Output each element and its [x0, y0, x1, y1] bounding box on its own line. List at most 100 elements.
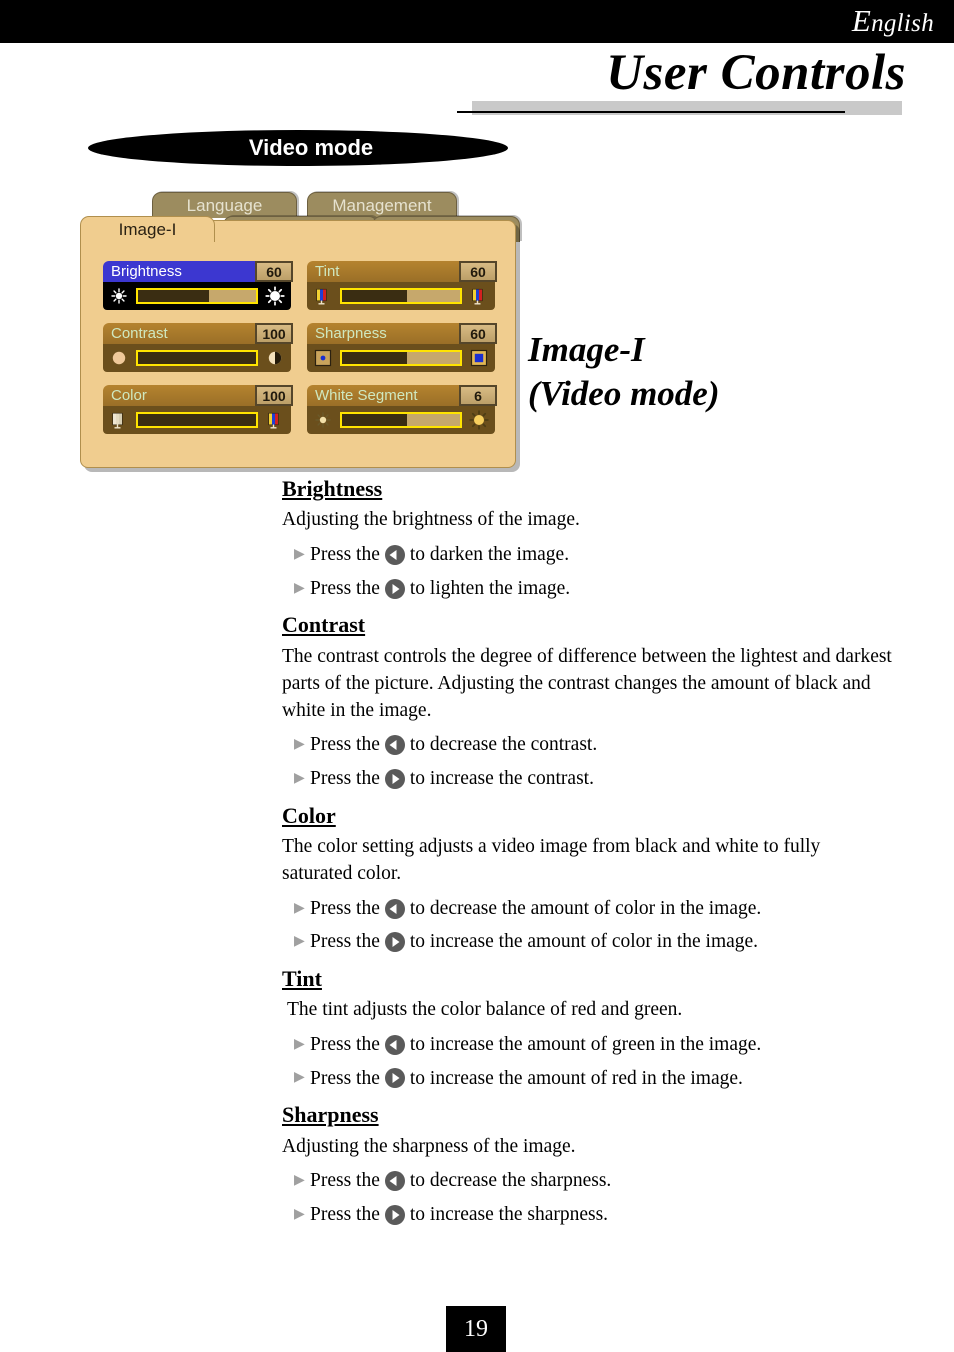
section-heading: Color: [282, 802, 336, 828]
osd-slider-body: [307, 282, 495, 310]
osd-tab-management[interactable]: Management: [307, 192, 457, 218]
sharpness-high-icon: [468, 347, 490, 369]
bullet-text-after: to increase the sharpness.: [409, 1203, 609, 1225]
bullet-text-before: Press the: [310, 1203, 380, 1225]
osd-slider-fill: [208, 290, 256, 302]
bullet-text-before: Press the: [310, 734, 380, 756]
osd-slider-label: Sharpness: [315, 325, 387, 342]
sharpness-low-icon: [312, 347, 334, 369]
body-content: Brightness Adjusting the brightness of th…: [282, 476, 894, 1239]
color-bars-icon: [468, 285, 490, 307]
osd-slider-value: 60: [459, 323, 497, 344]
page-number-badge: 19: [446, 1306, 506, 1352]
instruction-bullet: ▶ Press the to increase the amount of colo…: [282, 925, 894, 959]
osd-slider-header: Brightness 60: [103, 261, 293, 282]
bullet-text-after: to increase the amount of green in the i…: [409, 1034, 762, 1056]
section-bullet-list: ▶ Press the to decrease the contrast. ▶ Pres…: [282, 728, 894, 795]
color-bars-icon: [312, 285, 334, 307]
bullet-triangle-icon: ▶: [294, 934, 305, 950]
osd-tab-management-label: Management: [332, 196, 432, 215]
instruction-bullet: ▶ Press the to lighten the image.: [282, 572, 894, 606]
osd-slider-grid: Brightness 60 Tint 60 Contrast 100 Sharpness 60…: [103, 261, 497, 434]
osd-slider-track[interactable]: [340, 288, 462, 304]
osd-slider-tint[interactable]: Tint 60: [307, 261, 497, 310]
osd-slider-track[interactable]: [340, 412, 462, 428]
instruction-bullet: ▶ Press the to decrease the amount of colo…: [282, 892, 894, 926]
instruction-bullet: ▶ Press the to increase the sharpness.: [282, 1198, 894, 1232]
contrast-high-icon: [264, 347, 286, 369]
osd-slider-track[interactable]: [136, 412, 258, 428]
bullet-text-after: to increase the amount of red in the ima…: [409, 1067, 743, 1089]
content-section: Color The color setting adjusts a video i…: [282, 803, 894, 959]
instruction-bullet: ▶ Press the to increase the amount of red …: [282, 1062, 894, 1096]
white-segment-low-icon: [312, 409, 334, 431]
arrow-left-button-icon: [384, 735, 405, 756]
section-bullet-list: ▶ Press the to darken the image. ▶ Press the…: [282, 538, 894, 605]
osd-slider-body: [307, 406, 495, 434]
bullet-text-before: Press the: [310, 1067, 380, 1089]
arrow-left-button-icon: [384, 545, 405, 566]
bullet-triangle-icon: ▶: [294, 1206, 305, 1222]
page-number: 19: [464, 1315, 488, 1342]
bullet-triangle-icon: ▶: [294, 770, 305, 786]
arrow-left-button-icon: [384, 1034, 405, 1055]
osd-slider-track[interactable]: [340, 350, 462, 366]
bullet-text-after: to darken the image.: [409, 544, 570, 566]
figure-caption: Image-I (Video mode): [528, 328, 720, 417]
osd-tab-image-i-label: Image-I: [118, 220, 177, 239]
osd-slider-value: 60: [255, 261, 293, 282]
content-section: Tint The tint adjusts the color balance o…: [282, 966, 894, 1095]
bullet-text-after: to decrease the sharpness.: [409, 1170, 612, 1192]
language-indicator-capital: E: [851, 3, 872, 38]
osd-slider-body: [103, 344, 291, 372]
osd-slider-body: [103, 282, 291, 310]
bullet-text-before: Press the: [310, 768, 380, 789]
arrow-left-button-icon: [384, 1171, 405, 1192]
osd-tab-strip: Language Management Image-I Image-II Aud…: [80, 192, 520, 242]
osd-slider-track[interactable]: [136, 350, 258, 366]
osd-panel: Brightness 60 Tint 60 Contrast 100 Sharpness 60…: [80, 220, 516, 468]
brightness-low-icon: [108, 285, 130, 307]
title-rule-black: [457, 111, 845, 113]
osd-slider-fill: [406, 352, 460, 364]
arrow-right-button-icon: [384, 1068, 405, 1089]
language-indicator: English: [852, 3, 934, 39]
section-paragraph: The color setting adjusts a video image …: [282, 835, 821, 884]
bullet-text-before: Press the: [310, 577, 380, 599]
color-pale-icon: [108, 409, 130, 431]
content-section: Contrast The contrast controls the degree…: [282, 612, 894, 795]
osd-tab-language[interactable]: Language: [152, 192, 297, 218]
osd-slider-value: 100: [255, 323, 293, 344]
osd-slider-white-segment[interactable]: White Segment 6: [307, 385, 497, 434]
page-title: User Controls: [606, 45, 906, 101]
section-heading: Brightness: [282, 476, 383, 501]
instruction-bullet: ▶ Press the to decrease the contrast.: [282, 728, 894, 762]
osd-slider-value: 6: [459, 385, 497, 406]
osd-slider-value: 100: [255, 385, 293, 406]
bullet-triangle-icon: ▶: [294, 1036, 305, 1052]
osd-slider-sharpness[interactable]: Sharpness 60: [307, 323, 497, 372]
header-band: English: [0, 0, 954, 43]
osd-slider-track[interactable]: [136, 288, 258, 304]
osd-slider-label: Brightness: [111, 263, 182, 280]
osd-slider-label: Tint: [315, 263, 340, 280]
bullet-triangle-icon: ▶: [294, 1173, 305, 1189]
section-paragraph: Adjusting the brightness of the image.: [282, 509, 580, 531]
arrow-right-button-icon: [384, 932, 405, 953]
osd-slider-body: [307, 344, 495, 372]
osd-tab-image-i[interactable]: Image-I: [80, 216, 215, 242]
arrow-right-button-icon: [384, 1204, 405, 1225]
color-saturated-icon: [264, 409, 286, 431]
bullet-triangle-icon: ▶: [294, 900, 305, 916]
osd-slider-brightness[interactable]: Brightness 60: [103, 261, 293, 310]
osd-tab-language-label: Language: [186, 196, 263, 215]
osd-slider-color[interactable]: Color 100: [103, 385, 293, 434]
figure-caption-line2: (Video mode): [528, 374, 720, 414]
osd-slider-header: Sharpness 60: [307, 323, 497, 344]
instruction-bullet: ▶ Press the to decrease the sharpness.: [282, 1164, 894, 1198]
osd-slider-contrast[interactable]: Contrast 100: [103, 323, 293, 372]
arrow-right-button-icon: [384, 578, 405, 599]
bullet-text-before: Press the: [310, 1034, 380, 1056]
content-section: Sharpness Adjusting the sharpness of the …: [282, 1102, 894, 1231]
bullet-text-after: to decrease the amount of color in the i…: [409, 897, 762, 919]
